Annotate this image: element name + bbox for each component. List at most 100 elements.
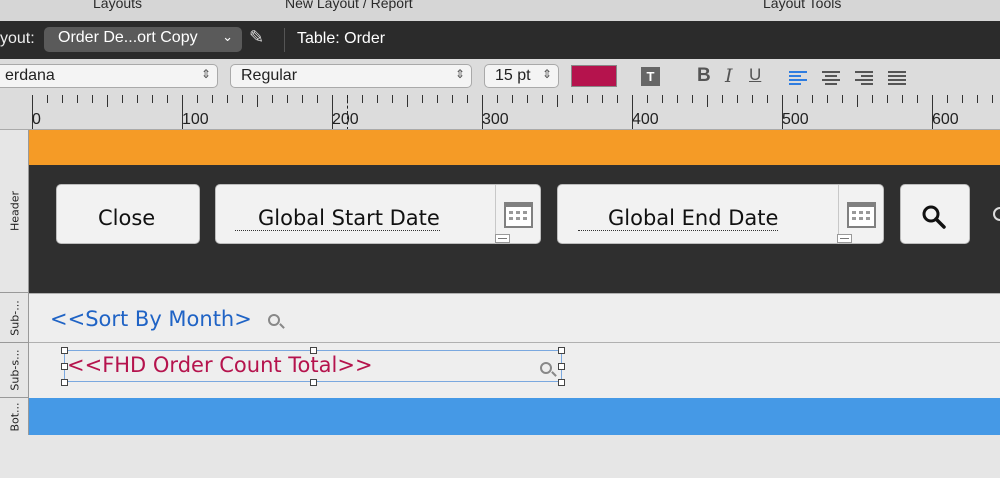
ruler-tick: [287, 95, 288, 103]
ruler-tick: [737, 95, 738, 103]
layouts-menu-label[interactable]: Layouts: [93, 0, 142, 11]
search-button[interactable]: [900, 184, 970, 244]
global-end-date-field[interactable]: Global End Date: [557, 184, 884, 244]
updown-icon: ⇕: [454, 67, 465, 81]
text-box-icon[interactable]: T: [641, 67, 660, 86]
pencil-icon[interactable]: ✎: [249, 27, 264, 48]
ruler-tick: [167, 95, 168, 103]
resize-handle[interactable]: [558, 363, 565, 370]
ruler-label: 600: [932, 111, 959, 128]
font-style: Regular: [241, 67, 298, 84]
italic-button[interactable]: I: [725, 65, 733, 87]
search-icon[interactable]: [993, 207, 1000, 221]
ruler-tick: [437, 95, 438, 103]
part-label: Bot...: [8, 401, 21, 432]
ruler-tick: [902, 95, 903, 103]
sort-by-month-field[interactable]: <<Sort By Month>: [50, 307, 252, 331]
ruler-tick: [677, 95, 678, 103]
ruler-tick: [47, 95, 48, 103]
magnifier-icon: [540, 362, 552, 374]
close-button[interactable]: Close: [56, 184, 200, 244]
justify-button[interactable]: [888, 71, 906, 85]
ruler-tick: [467, 95, 468, 103]
ruler-tick: [647, 95, 648, 103]
resize-handle[interactable]: [61, 379, 68, 386]
layout-tools-menu-label[interactable]: Layout Tools: [763, 0, 841, 11]
ruler-tick: [242, 95, 243, 103]
ruler-tick: [887, 95, 888, 103]
part-label: Sub-s...: [8, 349, 21, 391]
bold-button[interactable]: B: [697, 65, 711, 87]
part-tab-header[interactable]: Header: [0, 130, 29, 293]
part-tab-sub1[interactable]: Sub-...: [0, 293, 29, 343]
ruler-label: 500: [782, 111, 809, 128]
ruler-tick: [122, 95, 123, 103]
table-label: Table: Order: [297, 30, 386, 47]
font-select[interactable]: erdana ⇕: [0, 64, 218, 88]
ruler: 0 100 200 300 400 500 600: [0, 95, 1000, 130]
font-style-select[interactable]: Regular ⇕: [230, 64, 472, 88]
magnifier-icon: [268, 314, 280, 326]
resize-handle[interactable]: [61, 347, 68, 354]
ruler-label: 100: [182, 111, 209, 128]
align-center-button[interactable]: [822, 71, 840, 85]
updown-icon: ⇕: [200, 67, 211, 81]
ruler-label: 0: [32, 111, 41, 128]
ruler-tick: [452, 95, 453, 103]
resize-handle[interactable]: [558, 347, 565, 354]
layout-select[interactable]: Order De...ort Copy ⌄: [44, 27, 242, 52]
chevron-down-icon: ⌄: [222, 29, 233, 44]
ruler-tick: [92, 95, 93, 103]
calendar-icon: [504, 202, 533, 228]
text-color-swatch[interactable]: [571, 65, 617, 87]
part-labels: Header Sub-... Sub-s... Bot...: [0, 130, 29, 435]
resize-handle[interactable]: [558, 379, 565, 386]
ruler-tick: [392, 95, 393, 103]
font-name: erdana: [5, 67, 55, 84]
ruler-tick: [572, 95, 573, 103]
part-label: Header: [8, 190, 21, 232]
underline-button[interactable]: U: [749, 65, 761, 85]
updown-icon: ⇕: [541, 67, 552, 81]
new-layout-menu-label[interactable]: New Layout / Report: [285, 0, 413, 11]
align-left-button[interactable]: [789, 71, 807, 85]
ruler-tick: [557, 95, 558, 107]
ruler-label: 200: [332, 111, 359, 128]
resize-handle[interactable]: [310, 347, 317, 354]
part-tab-sub2[interactable]: Sub-s...: [0, 343, 29, 398]
ruler-tick: [197, 95, 198, 103]
header-accent-bar: [29, 130, 1000, 165]
align-right-button[interactable]: [855, 71, 873, 85]
global-start-date-field[interactable]: Global Start Date: [215, 184, 541, 244]
ruler-tick: [272, 95, 273, 103]
ruler-tick: [422, 95, 423, 103]
ruler-tick: [617, 95, 618, 103]
ruler-tick: [227, 95, 228, 103]
ruler-tick: [302, 95, 303, 103]
ruler-tick: [407, 95, 408, 107]
ruler-tick: [752, 95, 753, 103]
field-marker-icon: [495, 234, 510, 243]
ruler-tick: [692, 95, 693, 103]
end-date-label: Global End Date: [578, 206, 779, 231]
ruler-tick: [812, 95, 813, 103]
ruler-tick: [947, 95, 948, 103]
layout-bar: yout: Order De...ort Copy ⌄ ✎ Table: Ord…: [0, 21, 1000, 59]
toolbar-label-row: Layouts New Layout / Report Layout Tools: [0, 0, 1000, 21]
calendar-icon: [847, 202, 876, 228]
layout-label: yout:: [0, 30, 35, 47]
resize-handle[interactable]: [310, 379, 317, 386]
ruler-tick: [362, 95, 363, 103]
order-count-total-field[interactable]: <<FHD Order Count Total>>: [67, 353, 373, 377]
search-icon: [922, 205, 946, 229]
layout-name: Order De...ort Copy: [58, 29, 198, 46]
font-size: 15 pt: [495, 67, 531, 84]
font-size-select[interactable]: 15 pt ⇕: [484, 64, 559, 88]
ruler-tick: [917, 95, 918, 103]
part-tab-bottom[interactable]: Bot...: [0, 398, 29, 435]
ruler-tick: [797, 95, 798, 103]
resize-handle[interactable]: [61, 363, 68, 370]
ruler-tick: [707, 95, 708, 107]
ruler-tick: [377, 95, 378, 103]
toolbar-divider: [284, 28, 285, 52]
